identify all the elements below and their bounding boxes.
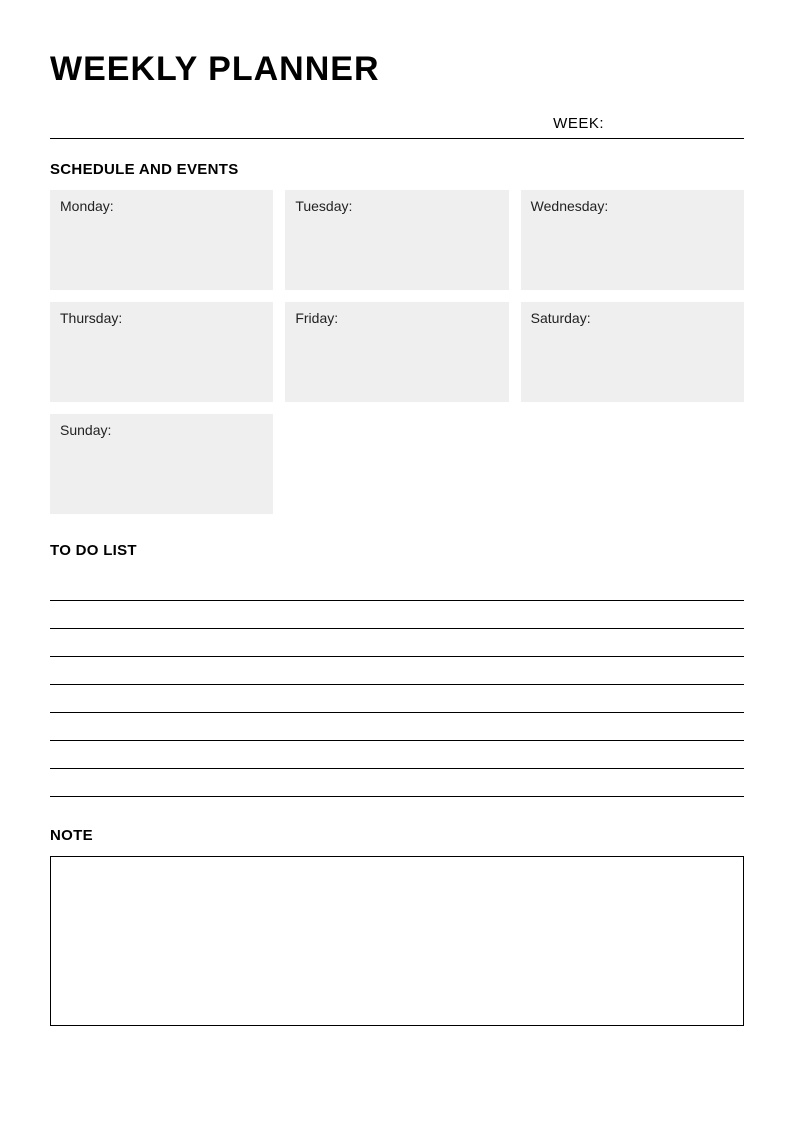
page-title: WEEKLY PLANNER bbox=[50, 50, 744, 89]
note-heading: NOTE bbox=[50, 827, 744, 844]
day-label: Thursday: bbox=[60, 310, 122, 326]
day-box-monday[interactable]: Monday: bbox=[50, 190, 273, 290]
week-row: WEEK: bbox=[50, 115, 744, 139]
todo-line[interactable] bbox=[50, 685, 744, 713]
day-box-friday[interactable]: Friday: bbox=[285, 302, 508, 402]
day-label: Sunday: bbox=[60, 422, 111, 438]
day-label: Saturday: bbox=[531, 310, 591, 326]
schedule-grid: Monday: Tuesday: Wednesday: Thursday: Fr… bbox=[50, 190, 744, 514]
todo-line[interactable] bbox=[50, 657, 744, 685]
schedule-heading: SCHEDULE AND EVENTS bbox=[50, 161, 744, 178]
note-box[interactable] bbox=[50, 856, 744, 1026]
todo-line[interactable] bbox=[50, 741, 744, 769]
day-box-wednesday[interactable]: Wednesday: bbox=[521, 190, 744, 290]
todo-line[interactable] bbox=[50, 713, 744, 741]
day-box-thursday[interactable]: Thursday: bbox=[50, 302, 273, 402]
day-label: Tuesday: bbox=[295, 198, 352, 214]
day-box-saturday[interactable]: Saturday: bbox=[521, 302, 744, 402]
todo-line[interactable] bbox=[50, 601, 744, 629]
todo-line[interactable] bbox=[50, 769, 744, 797]
day-label: Monday: bbox=[60, 198, 114, 214]
day-label: Wednesday: bbox=[531, 198, 609, 214]
todo-heading: TO DO LIST bbox=[50, 542, 744, 559]
day-label: Friday: bbox=[295, 310, 338, 326]
day-box-tuesday[interactable]: Tuesday: bbox=[285, 190, 508, 290]
todo-line[interactable] bbox=[50, 573, 744, 601]
todo-lines bbox=[50, 573, 744, 797]
day-box-sunday[interactable]: Sunday: bbox=[50, 414, 273, 514]
week-label: WEEK: bbox=[553, 115, 604, 132]
todo-line[interactable] bbox=[50, 629, 744, 657]
